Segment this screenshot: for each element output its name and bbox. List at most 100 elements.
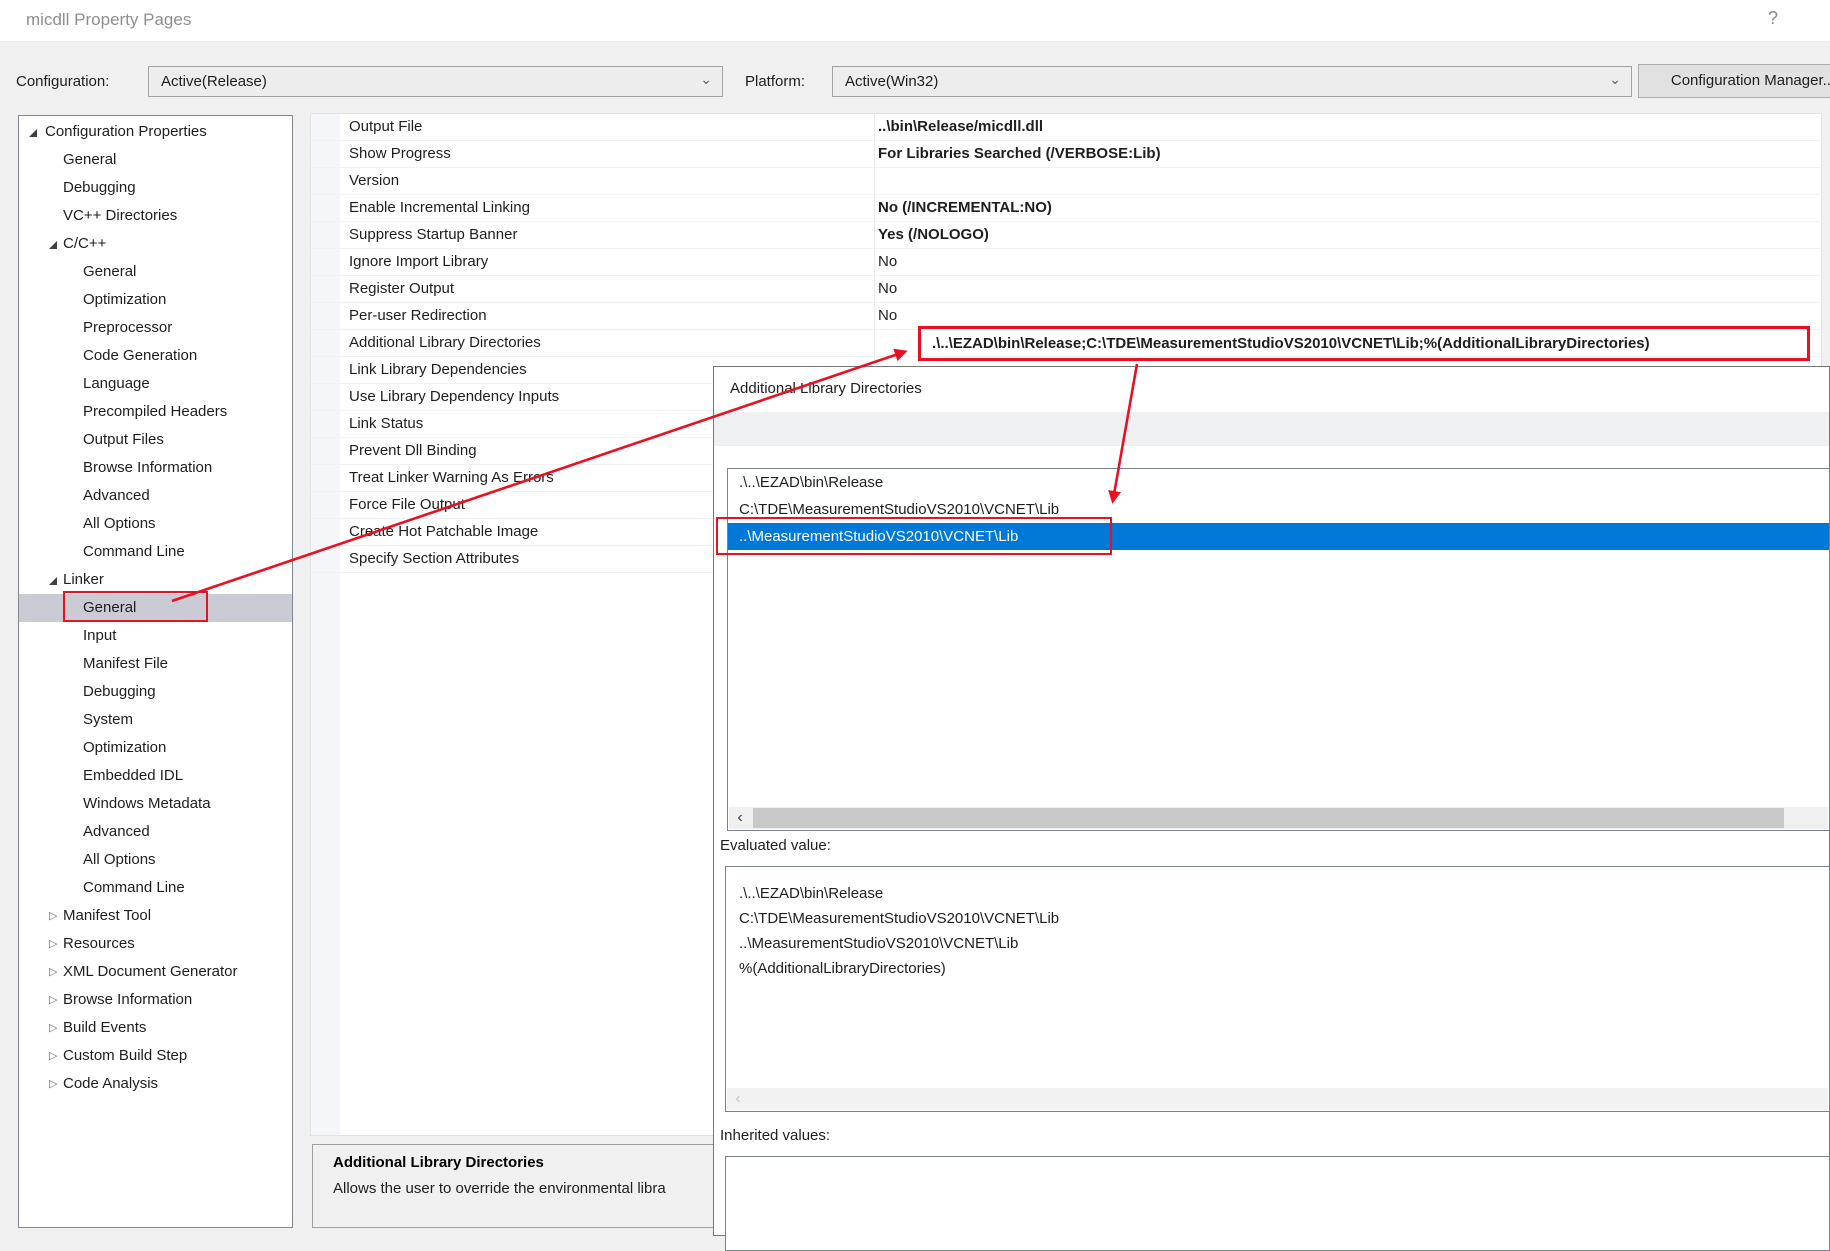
sidebar-item-label: All Options	[83, 846, 156, 874]
tree-collapsed-icon[interactable]: ▷	[49, 930, 57, 958]
property-row-show-progress[interactable]: Show Progress For Libraries Searched (/VE…	[311, 141, 1821, 168]
sidebar-item-language[interactable]: Language	[19, 370, 292, 398]
sidebar-item-general[interactable]: General	[19, 258, 292, 286]
scrollbar-thumb[interactable]	[753, 808, 1784, 828]
property-row-version[interactable]: Version	[311, 168, 1821, 195]
library-path-item[interactable]: ..\MeasurementStudioVS2010\VCNET\Lib	[728, 523, 1829, 550]
sidebar-item-general[interactable]: General	[19, 594, 292, 622]
sidebar-item-label: Embedded IDL	[83, 762, 183, 790]
sidebar-item-browse-information[interactable]: Browse Information	[19, 454, 292, 482]
sidebar-item-label: Windows Metadata	[83, 790, 211, 818]
sidebar-item-code-analysis[interactable]: ▷Code Analysis	[19, 1070, 292, 1098]
sidebar-item-optimization[interactable]: Optimization	[19, 734, 292, 762]
property-row-suppress-startup-banner[interactable]: Suppress Startup BannerYes (/NOLOGO)	[311, 222, 1821, 249]
sidebar-item-advanced[interactable]: Advanced	[19, 818, 292, 846]
sidebar-item-input[interactable]: Input	[19, 622, 292, 650]
sidebar-item-general[interactable]: General	[19, 146, 292, 174]
sidebar-item-linker[interactable]: Linker	[19, 566, 292, 594]
sidebar-item-label: All Options	[83, 510, 156, 538]
evaluated-value-box: .\..\EZAD\bin\ReleaseC:\TDE\MeasurementS…	[725, 866, 1830, 1112]
sidebar-item-all-options[interactable]: All Options	[19, 846, 292, 874]
sidebar-item-advanced[interactable]: Advanced	[19, 482, 292, 510]
platform-select[interactable]: Active(Win32) ⌄	[832, 66, 1632, 97]
tree-collapsed-icon[interactable]: ▷	[49, 1070, 57, 1098]
property-value[interactable]: ..\bin\Release/micdll.dll	[878, 114, 1043, 140]
sidebar-item-c-c[interactable]: C/C++	[19, 230, 292, 258]
sidebar-item-build-events[interactable]: ▷Build Events	[19, 1014, 292, 1042]
sidebar-item-debugging[interactable]: Debugging	[19, 174, 292, 202]
property-row-additional-library-directories[interactable]: Additional Library Directories	[311, 330, 1821, 357]
help-icon[interactable]: ?	[1768, 8, 1778, 29]
tree-expanded-icon[interactable]	[49, 241, 57, 249]
property-row-output-file[interactable]: Output File..\bin\Release/micdll.dll	[311, 114, 1821, 141]
sidebar-item-command-line[interactable]: Command Line	[19, 874, 292, 902]
property-row-per-user-redirection[interactable]: Per-user RedirectionNo	[311, 303, 1821, 330]
sidebar-item-resources[interactable]: ▷Resources	[19, 930, 292, 958]
property-label: Force File Output	[349, 492, 465, 518]
sidebar-item-debugging[interactable]: Debugging	[19, 678, 292, 706]
sidebar-item-manifest-tool[interactable]: ▷Manifest Tool	[19, 902, 292, 930]
property-row-enable-incremental-linking[interactable]: Enable Incremental LinkingNo (/INCREMENT…	[311, 195, 1821, 222]
configuration-tree: Configuration PropertiesGeneralDebugging…	[18, 115, 293, 1228]
sidebar-item-configuration-properties[interactable]: Configuration Properties	[19, 118, 292, 146]
sidebar-item-label: Custom Build Step	[63, 1042, 187, 1070]
chevron-down-icon[interactable]: ⌄	[700, 65, 712, 94]
description-title: Additional Library Directories	[333, 1154, 544, 1171]
sidebar-item-precompiled-headers[interactable]: Precompiled Headers	[19, 398, 292, 426]
tree-collapsed-icon[interactable]: ▷	[49, 958, 57, 986]
tree-collapsed-icon[interactable]: ▷	[49, 1042, 57, 1070]
property-value[interactable]: No	[878, 303, 897, 329]
sidebar-item-label: Advanced	[83, 482, 150, 510]
sidebar-item-browse-information[interactable]: ▷Browse Information	[19, 986, 292, 1014]
sidebar-item-manifest-file[interactable]: Manifest File	[19, 650, 292, 678]
property-row-register-output[interactable]: Register OutputNo	[311, 276, 1821, 303]
sidebar-item-custom-build-step[interactable]: ▷Custom Build Step	[19, 1042, 292, 1070]
library-path-item[interactable]: .\..\EZAD\bin\Release	[728, 469, 1829, 496]
property-label: Link Library Dependencies	[349, 357, 527, 383]
evaluated-lines: .\..\EZAD\bin\ReleaseC:\TDE\MeasurementS…	[739, 881, 1825, 981]
property-value[interactable]: No	[878, 276, 897, 302]
tree-collapsed-icon[interactable]: ▷	[49, 986, 57, 1014]
tree-collapsed-icon[interactable]: ▷	[49, 902, 57, 930]
property-value[interactable]: For Libraries Searched (/VERBOSE:Lib)	[878, 141, 1161, 167]
horizontal-scrollbar[interactable]: ‹	[729, 807, 1828, 829]
property-label: Treat Linker Warning As Errors	[349, 465, 554, 491]
library-path-item[interactable]: C:\TDE\MeasurementStudioVS2010\VCNET\Lib	[728, 496, 1829, 523]
sidebar-item-embedded-idl[interactable]: Embedded IDL	[19, 762, 292, 790]
property-label: Use Library Dependency Inputs	[349, 384, 559, 410]
sidebar-item-windows-metadata[interactable]: Windows Metadata	[19, 790, 292, 818]
sidebar-item-all-options[interactable]: All Options	[19, 510, 292, 538]
sidebar-item-command-line[interactable]: Command Line	[19, 538, 292, 566]
tree-expanded-icon[interactable]	[29, 129, 37, 137]
sidebar-item-label: Debugging	[83, 678, 156, 706]
sidebar-item-label: Command Line	[83, 874, 185, 902]
sidebar-item-vc-directories[interactable]: VC++ Directories	[19, 202, 292, 230]
sidebar-item-label: Precompiled Headers	[83, 398, 227, 426]
property-row-ignore-import-library[interactable]: Ignore Import LibraryNo	[311, 249, 1821, 276]
tree-collapsed-icon[interactable]: ▷	[49, 1014, 57, 1042]
sidebar-item-output-files[interactable]: Output Files	[19, 426, 292, 454]
property-value[interactable]: No	[878, 249, 897, 275]
property-label: Show Progress	[349, 141, 451, 167]
scroll-left-icon[interactable]: ‹	[729, 807, 751, 829]
chevron-down-icon[interactable]: ⌄	[1609, 65, 1621, 94]
sidebar-item-system[interactable]: System	[19, 706, 292, 734]
sidebar-item-label: Linker	[63, 566, 104, 594]
sidebar-item-preprocessor[interactable]: Preprocessor	[19, 314, 292, 342]
sidebar-item-label: Debugging	[63, 174, 136, 202]
library-directories-list[interactable]: .\..\EZAD\bin\ReleaseC:\TDE\MeasurementS…	[727, 468, 1830, 831]
property-label: Version	[349, 168, 399, 194]
property-label: Prevent Dll Binding	[349, 438, 477, 464]
property-value[interactable]: Yes (/NOLOGO)	[878, 222, 989, 248]
sidebar-item-code-generation[interactable]: Code Generation	[19, 342, 292, 370]
sidebar-item-label: Code Generation	[83, 342, 197, 370]
sidebar-item-label: Code Analysis	[63, 1070, 158, 1098]
sidebar-item-xml-document-generator[interactable]: ▷XML Document Generator	[19, 958, 292, 986]
sidebar-item-optimization[interactable]: Optimization	[19, 286, 292, 314]
property-value[interactable]: No (/INCREMENTAL:NO)	[878, 195, 1052, 221]
configuration-select[interactable]: Active(Release) ⌄	[148, 66, 723, 97]
platform-label: Platform:	[745, 66, 805, 97]
tree-expanded-icon[interactable]	[49, 577, 57, 585]
sidebar-item-label: Resources	[63, 930, 135, 958]
configuration-manager-button[interactable]: Configuration Manager...	[1638, 64, 1830, 98]
